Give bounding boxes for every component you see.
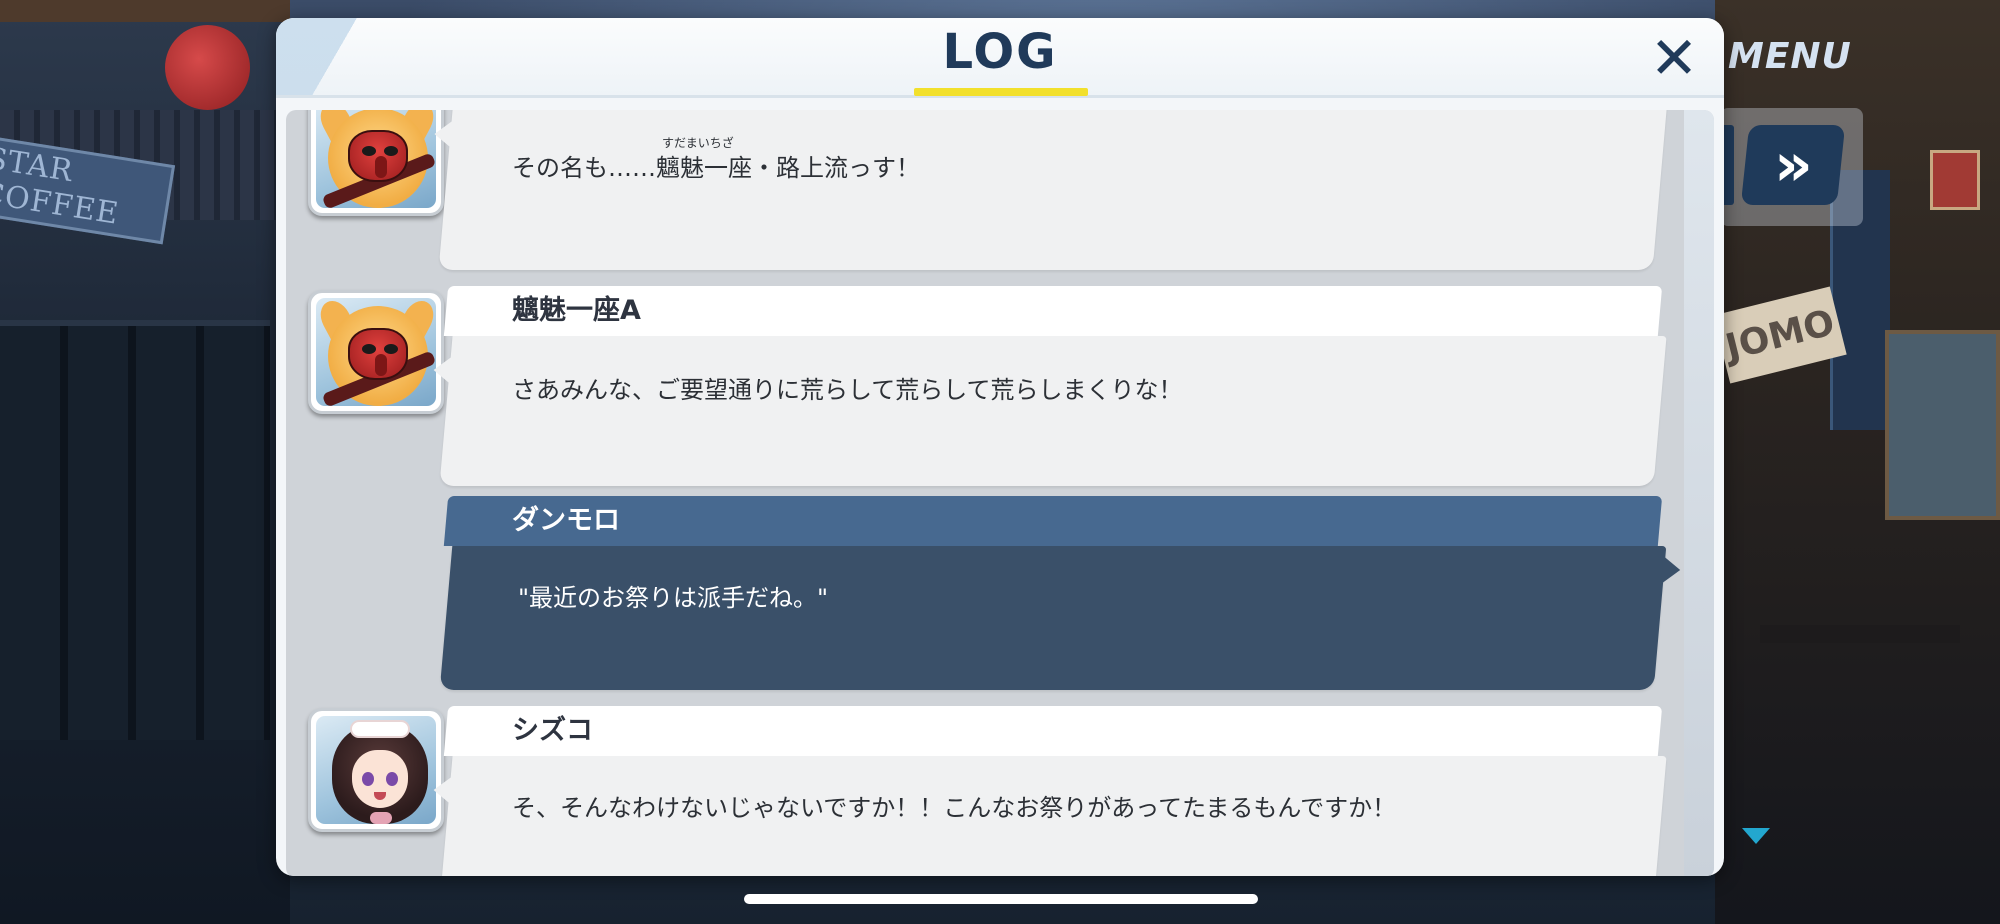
- message-text: "最近のお祭りは派手だね。": [518, 584, 829, 612]
- red-plaque: [1930, 150, 1980, 210]
- message-bubble: [439, 546, 1667, 690]
- log-title: LOG: [942, 24, 1058, 80]
- title-underline: [914, 88, 1088, 96]
- shop-sign: JOMO: [1713, 286, 1847, 384]
- speaker-name: ダンモロ: [512, 505, 620, 536]
- message-text: そ、そんなわけないじゃないですか！！こんなお祭りがあってたまるもんですか！: [512, 794, 1397, 822]
- face: [352, 750, 408, 808]
- red-lantern: [165, 25, 250, 110]
- log-entry-player: ダンモロ "最近のお祭りは派手だね。": [286, 496, 1714, 692]
- mask-nose: [375, 156, 387, 178]
- message-text-part: ・路上流っす！: [752, 154, 920, 182]
- fast-forward-icon: »: [1773, 130, 1813, 200]
- mask-nose: [375, 354, 387, 376]
- home-indicator[interactable]: [744, 894, 1258, 904]
- scroll-down-indicator-icon: [1742, 828, 1770, 844]
- log-entry: シズコ そ、そんなわけないじゃないですか！！こんなお祭りがあってたまるもんですか…: [286, 706, 1714, 876]
- close-button[interactable]: ✕: [1646, 24, 1702, 92]
- message-text-part: その名も……: [512, 154, 656, 182]
- fox-tengu-mask-portrait: [316, 110, 436, 208]
- mask-eye: [362, 146, 376, 156]
- shop-window: [0, 320, 270, 740]
- mask-eye: [384, 146, 398, 156]
- speaker-name: 魑魅一座A: [512, 295, 641, 326]
- background-left-storefront: STAR COFFEE: [0, 0, 290, 924]
- tengu-mask-icon: [348, 328, 408, 380]
- speaker-name: シズコ: [512, 715, 593, 746]
- eye: [386, 772, 398, 786]
- fox-tengu-mask-portrait: [316, 298, 436, 406]
- mask-eye: [384, 344, 398, 354]
- message-bubble: [439, 336, 1667, 486]
- ruby-reading-text: すだまいちざ: [662, 136, 734, 150]
- mask-eye: [362, 344, 376, 354]
- ruby-base-text: 魑魅一座: [656, 154, 752, 182]
- message-bubble: [438, 110, 1668, 270]
- menu-button[interactable]: MENU: [1728, 36, 1852, 77]
- eye: [362, 772, 374, 786]
- log-entry: その名も……魑魅一座・路上流っす！ すだまいちざ: [286, 110, 1714, 290]
- maid-headband: [350, 720, 410, 738]
- bench: [1760, 625, 1960, 643]
- maid-girl-portrait: [316, 716, 436, 824]
- speaker-name-bar: [443, 706, 1663, 756]
- speaker-name-bar: [443, 496, 1663, 546]
- close-icon: ✕: [1649, 24, 1699, 92]
- log-window: LOG ✕ その名も……魑魅一座・路上流っす！ すだまいちざ 魑魅一座A さあみ…: [276, 18, 1724, 876]
- display-shelf: [1885, 330, 2000, 520]
- mouth: [374, 792, 386, 800]
- speaker-portrait: [308, 708, 444, 832]
- tengu-mask-icon: [348, 130, 408, 182]
- message-text: その名も……魑魅一座・路上流っす！: [512, 148, 920, 183]
- log-entry: 魑魅一座A さあみんな、ご要望通りに荒らして荒らして荒らしまくりな！: [286, 286, 1714, 486]
- log-header: LOG ✕: [276, 18, 1724, 98]
- roof-beam: [0, 0, 290, 22]
- speaker-portrait: [308, 110, 444, 216]
- message-text: さあみんな、ご要望通りに荒らして荒らして荒らしまくりな！: [512, 376, 1183, 404]
- log-list[interactable]: その名も……魑魅一座・路上流っす！ すだまいちざ 魑魅一座A さあみんな、ご要望…: [286, 110, 1714, 876]
- fast-forward-button[interactable]: »: [1740, 125, 1846, 205]
- speaker-portrait: [308, 290, 444, 414]
- bow: [370, 812, 392, 824]
